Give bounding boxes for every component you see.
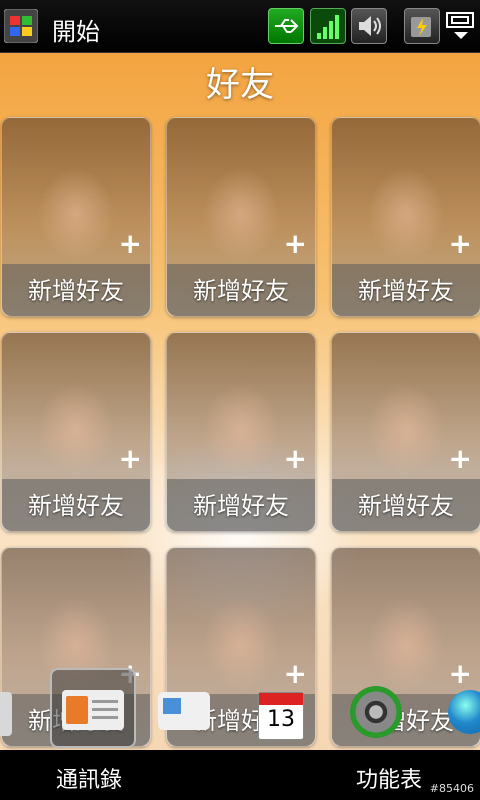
menu-softkey[interactable]: 功能表 [356, 762, 422, 794]
contacts-softkey[interactable]: 通訊錄 [56, 762, 122, 794]
plus-icon: + [283, 227, 307, 260]
add-friend-tile-2[interactable]: + 新增好友 [166, 117, 316, 317]
add-friend-tile-3[interactable]: + 新增好友 [331, 117, 480, 317]
add-friend-tile-4[interactable]: + 新增好友 [1, 332, 151, 532]
add-friend-tile-5[interactable]: + 新增好友 [166, 332, 316, 532]
page-title: 好友 [206, 65, 274, 105]
watermark: #85406 [429, 782, 474, 795]
browser-icon[interactable] [448, 690, 480, 734]
contacts-icon[interactable] [62, 690, 124, 730]
home-icon[interactable] [0, 692, 12, 736]
tile-label: 新增好友 [193, 277, 289, 305]
start-label[interactable]: 開始 [52, 12, 100, 47]
windows-start-icon[interactable] [4, 9, 38, 43]
tile-label: 新增好友 [358, 492, 454, 520]
signal-icon[interactable] [310, 8, 346, 44]
settings-icon[interactable] [350, 686, 402, 738]
battery-icon[interactable] [404, 8, 440, 44]
plus-icon: + [283, 442, 307, 475]
calendar-day: 13 [267, 707, 295, 732]
usb-icon[interactable] [268, 8, 304, 44]
sound-icon[interactable] [351, 8, 387, 44]
plus-icon: + [118, 442, 142, 475]
plus-icon: + [448, 227, 472, 260]
add-friend-tile-6[interactable]: + 新增好友 [331, 332, 480, 532]
softkey-bar: 通訊錄 功能表 #85406 [0, 750, 480, 800]
add-friend-tile-1[interactable]: + 新增好友 [1, 117, 151, 317]
tile-label: 新增好友 [193, 492, 289, 520]
tile-label: 新增好友 [358, 277, 454, 305]
tile-label: 新增好友 [28, 277, 124, 305]
messages-icon[interactable] [158, 692, 210, 730]
tile-label: 新增好友 [28, 492, 124, 520]
plus-icon: + [448, 442, 472, 475]
connection-icon[interactable] [444, 8, 478, 42]
status-bar: 開始 [0, 0, 480, 53]
plus-icon: + [118, 227, 142, 260]
dock-bar: 13 [0, 668, 480, 750]
people-hub-panel: 好友 + 新增好友 + 新增好友 + 新增好友 + 新增好友 + 新增好友 + … [0, 53, 480, 750]
calendar-icon[interactable]: 13 [258, 692, 304, 740]
